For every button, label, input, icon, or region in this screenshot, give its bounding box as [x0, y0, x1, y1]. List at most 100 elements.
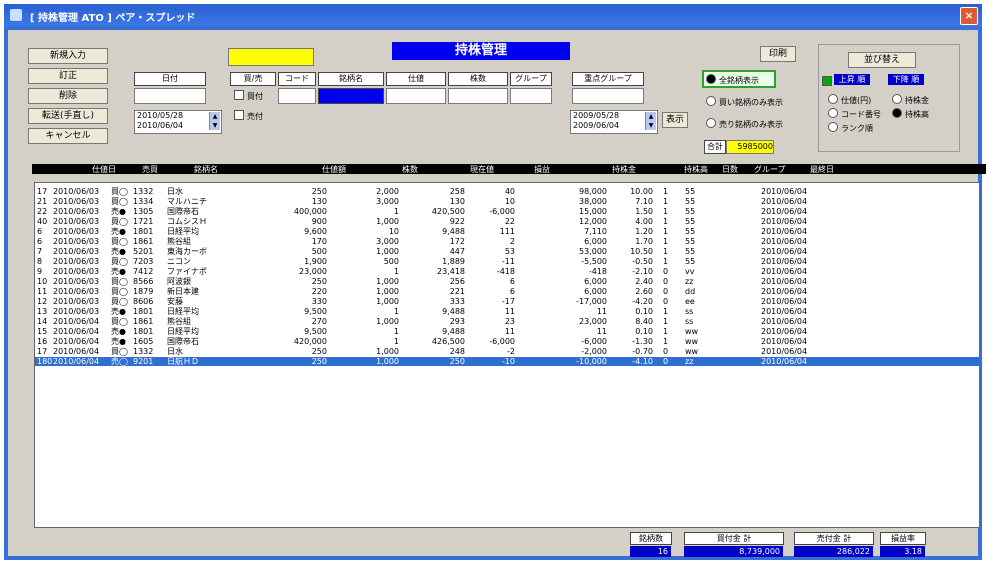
cancel-button[interactable]: キャンセル: [28, 128, 108, 144]
table-cell: 2010/06/04: [761, 247, 808, 256]
table-row[interactable]: 7 2010/06/03 売● 5201 東海カーボ 500 1,000 447 53 53,00…: [35, 247, 979, 256]
table-cell: 9,488: [442, 307, 465, 316]
table-cell: 6,000: [584, 237, 607, 246]
table-row[interactable]: 17 2010/06/04 買◯ 1332 日水 250 1,000 248 -2 -2,000 -…: [35, 347, 979, 356]
table-row[interactable]: 40 2010/06/03 買◯ 1721 コムシスＨ 900 1,000 922 22 12,0…: [35, 217, 979, 226]
table-cell: 447: [449, 247, 465, 256]
table-cell: 2010/06/03: [53, 247, 100, 256]
ascending-button[interactable]: 上昇 順: [834, 74, 870, 85]
table-row[interactable]: 11 2010/06/03 買◯ 1879 新日本建 220 1,000 221 6 6,000 2…: [35, 287, 979, 296]
table-row[interactable]: 22 2010/06/03 売● 1305 国際帝石 400,000 1 420,500 -6,…: [35, 207, 979, 216]
table-cell: 9,500: [304, 307, 327, 316]
code-input[interactable]: [278, 88, 316, 104]
table-cell: 2010/06/03: [53, 227, 100, 236]
date-left-spinner[interactable]: ▲ ▼: [209, 112, 220, 130]
transfer-button[interactable]: 転送(手直し): [28, 108, 108, 124]
column-header[interactable]: 仕値額: [322, 164, 346, 175]
name-input[interactable]: [318, 88, 384, 104]
table-cell: 売●: [111, 227, 126, 236]
table-cell: 0: [663, 277, 669, 286]
sell-only-radio[interactable]: 売り銘柄のみ表示: [706, 118, 783, 130]
column-header[interactable]: 持株金: [612, 164, 636, 175]
ratio-value: 3.18: [880, 546, 925, 557]
table-cell: 9: [37, 267, 43, 276]
buy-checkbox[interactable]: 買付: [234, 90, 263, 102]
table-row[interactable]: 12 2010/06/03 買◯ 8606 安藤 330 1,000 333 -17 -17,00…: [35, 297, 979, 306]
all-display-option[interactable]: 全銘柄表示: [702, 70, 776, 88]
table-row[interactable]: 8 2010/06/03 買◯ 7203 ニコン 1,900 500 1,889 -11 -5,5…: [35, 257, 979, 266]
edit-button[interactable]: 訂正: [28, 68, 108, 84]
column-header[interactable]: 持株高: [684, 164, 708, 175]
sort-holdingamount-radio[interactable]: 持株高: [892, 108, 929, 120]
table-cell: 買◯: [111, 197, 128, 206]
column-header[interactable]: 銘柄名: [194, 164, 218, 175]
table-cell: 250: [311, 357, 327, 366]
table-cell: 11: [596, 307, 607, 316]
table-cell: 4.00: [635, 217, 653, 226]
sort-price-radio[interactable]: 仕値(円): [828, 94, 871, 106]
table-row[interactable]: 17 2010/06/03 買◯ 1332 日水 250 2,000 258 40 98,000 1…: [35, 187, 979, 196]
table-cell: 2: [509, 237, 515, 246]
table-cell: 250: [449, 357, 465, 366]
table-row[interactable]: 21 2010/06/03 買◯ 1334 マルハニチ 130 3,000 130 10 38,0…: [35, 197, 979, 206]
table-cell: 売●: [111, 327, 126, 336]
sell-checkbox[interactable]: 売付: [234, 110, 263, 122]
table-row[interactable]: 15 2010/06/04 売● 1801 日経平均 9,500 1 9,488 11 11 0.1…: [35, 327, 979, 336]
column-header[interactable]: グループ: [754, 164, 786, 175]
table-cell: 日経平均: [167, 227, 199, 236]
column-header[interactable]: 日数: [722, 164, 738, 175]
sort-button[interactable]: 並び替え: [848, 52, 916, 68]
column-header[interactable]: 売買: [142, 164, 158, 175]
table-cell: 2010/06/03: [53, 287, 100, 296]
group-col-label: グループ: [510, 72, 552, 86]
date-right-spinner[interactable]: ▲ ▼: [645, 112, 656, 130]
table-cell: -418: [496, 267, 515, 276]
sort-code-radio[interactable]: コード番号: [828, 108, 881, 120]
table-cell: 1: [663, 337, 669, 346]
table-cell: 6: [37, 227, 43, 236]
column-header[interactable]: 株数: [402, 164, 418, 175]
date-range-left[interactable]: 2010/05/28 2010/06/04 ▲ ▼: [134, 110, 222, 134]
price-input[interactable]: [386, 88, 446, 104]
delete-button[interactable]: 削除: [28, 88, 108, 104]
table-row[interactable]: 180 2010/06/04 売◯ 9201 日航ＨＤ 250 1,000 250 -10 -10…: [35, 357, 979, 366]
print-button[interactable]: 印刷: [760, 46, 796, 62]
date-filter-input[interactable]: [134, 88, 206, 104]
table-cell: 10: [504, 197, 515, 206]
table-cell: 9,600: [304, 227, 327, 236]
new-entry-button[interactable]: 新規入力: [28, 48, 108, 64]
descending-button[interactable]: 下降 順: [888, 74, 924, 85]
count-label: 銘柄数: [630, 532, 672, 545]
close-button[interactable]: ×: [960, 7, 978, 25]
code-input-highlight[interactable]: [228, 48, 314, 66]
column-header[interactable]: 損益: [534, 164, 550, 175]
holdings-list[interactable]: 17 2010/06/03 買◯ 1332 日水 250 2,000 258 40 98,000 1…: [34, 182, 980, 528]
focus-group-input[interactable]: [572, 88, 644, 104]
table-cell: 2010/06/04: [761, 337, 808, 346]
group-input[interactable]: [510, 88, 552, 104]
table-row[interactable]: 16 2010/06/04 売● 1605 国際帝石 420,000 1 426,500 -6,…: [35, 337, 979, 346]
table-cell: 40: [504, 187, 515, 196]
table-row[interactable]: 6 2010/06/03 売● 1801 日経平均 9,600 10 9,488 111 7,11…: [35, 227, 979, 236]
table-cell: 0.10: [635, 307, 653, 316]
table-row[interactable]: 9 2010/06/03 売● 7412 ファイナポ 23,000 1 23,418 -418 -…: [35, 267, 979, 276]
table-cell: 400,000: [293, 207, 327, 216]
table-row[interactable]: 13 2010/06/03 売● 1801 日経平均 9,500 1 9,488 11 11 0.1…: [35, 307, 979, 316]
table-cell: 1332: [133, 187, 154, 196]
column-header[interactable]: 最終日: [810, 164, 834, 175]
buy-only-radio[interactable]: 買い銘柄のみ表示: [706, 96, 783, 108]
shares-input[interactable]: [448, 88, 508, 104]
table-row[interactable]: 6 2010/06/03 買◯ 1861 熊谷組 170 3,000 172 2 6,000 1.7…: [35, 237, 979, 246]
table-row[interactable]: 10 2010/06/03 買◯ 8566 阿波銀 250 1,000 256 6 6,000 2.…: [35, 277, 979, 286]
table-cell: 1,000: [376, 317, 399, 326]
column-header[interactable]: 現在値: [470, 164, 494, 175]
column-header[interactable]: 仕値日: [92, 164, 116, 175]
sort-holding-radio[interactable]: 持株金: [892, 94, 929, 106]
sort-rank-radio[interactable]: ランク順: [828, 122, 873, 134]
show-button[interactable]: 表示: [662, 112, 688, 128]
table-row[interactable]: 14 2010/06/04 買◯ 1861 熊谷組 270 1,000 293 23 23,000…: [35, 317, 979, 326]
date-range-right[interactable]: 2009/05/28 2009/06/04 ▲ ▼: [570, 110, 658, 134]
table-cell: 1,000: [376, 357, 399, 366]
table-cell: 2010/06/04: [761, 217, 808, 226]
table-cell: 2.60: [635, 287, 653, 296]
